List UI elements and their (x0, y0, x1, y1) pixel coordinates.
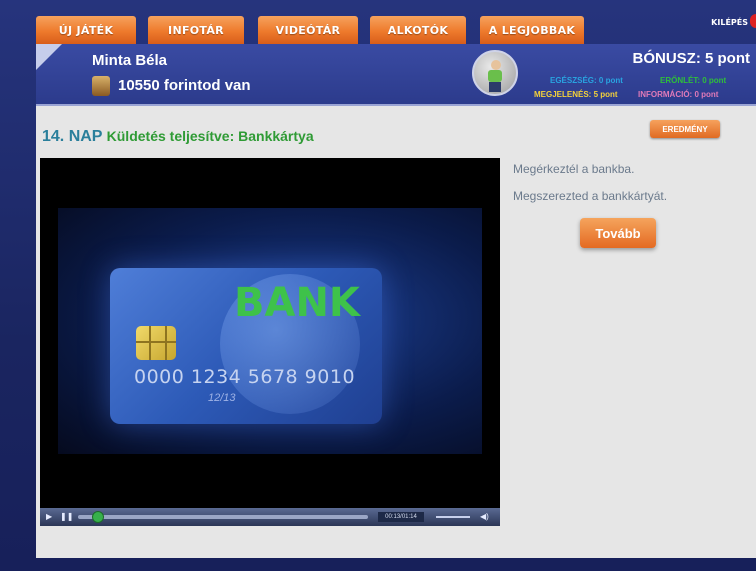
chip-icon (136, 326, 176, 360)
walking-avatar-icon (472, 50, 518, 96)
avatar-body (488, 70, 502, 82)
game-panel: Minta Béla 10550 forintod van BÓNUSZ: 5 … (36, 44, 756, 558)
money-amount: 10550 forintod van (118, 77, 251, 94)
stat-health: EGÉSZSÉG: 0 pont (550, 76, 623, 85)
bonus-score: BÓNUSZ: 5 pont (632, 50, 751, 67)
nav-infotar[interactable]: INFOTÁR (148, 16, 244, 44)
mission-title: 14. NAP Küldetés teljesítve: Bankkártya (42, 128, 314, 146)
money-bag-icon (92, 76, 110, 96)
message-arrived: Megérkeztél a bankba. (513, 162, 635, 176)
mission-status: Küldetés teljesítve: Bankkártya (106, 128, 314, 144)
pause-icon[interactable]: ❚❚ (60, 512, 73, 521)
player-header: Minta Béla 10550 forintod van BÓNUSZ: 5 … (36, 44, 756, 106)
avatar-legs (489, 82, 501, 92)
video-player[interactable]: BANK 0000 1234 5678 9010 12/13 (40, 158, 500, 526)
exit-icon[interactable] (750, 14, 756, 28)
time-display: 00:13/01:14 (378, 512, 424, 522)
stat-information: INFORMÁCIÓ: 0 pont (638, 90, 719, 99)
seek-handle[interactable] (92, 511, 105, 523)
volume-slider[interactable] (436, 516, 470, 518)
exit-button[interactable]: KILÉPÉS (711, 18, 748, 27)
header-corner-decoration (36, 44, 62, 70)
avatar-head (491, 60, 501, 70)
card-expiry: 12/13 (208, 392, 236, 404)
nav-alkotok[interactable]: ALKOTÓK (370, 16, 466, 44)
result-button[interactable]: EREDMÉNY (650, 120, 720, 138)
stat-fitness: ERŐNLÉT: 0 pont (660, 76, 727, 85)
card-brand: BANK (234, 280, 360, 326)
nav-best[interactable]: A LEGJOBBAK (480, 16, 584, 44)
day-number: 14. NAP (42, 128, 103, 145)
player-name: Minta Béla (92, 52, 168, 69)
card-number: 0000 1234 5678 9010 (134, 366, 356, 388)
video-controls: ▶ ❚❚ 00:13/01:14 ◀) (40, 508, 500, 526)
nav-new-game[interactable]: ÚJ JÁTÉK (36, 16, 136, 44)
play-icon[interactable]: ▶ (46, 512, 52, 521)
message-card-obtained: Megszerezted a bankkártyát. (513, 189, 668, 203)
bank-card-image: BANK 0000 1234 5678 9010 12/13 (110, 268, 382, 424)
volume-icon[interactable]: ◀) (480, 512, 489, 521)
stat-appearance: MEGJELENÉS: 5 pont (534, 90, 618, 99)
next-button[interactable]: Tovább (580, 218, 656, 248)
seek-bar[interactable] (78, 511, 368, 523)
nav-videotar[interactable]: VIDEÓTÁR (258, 16, 358, 44)
